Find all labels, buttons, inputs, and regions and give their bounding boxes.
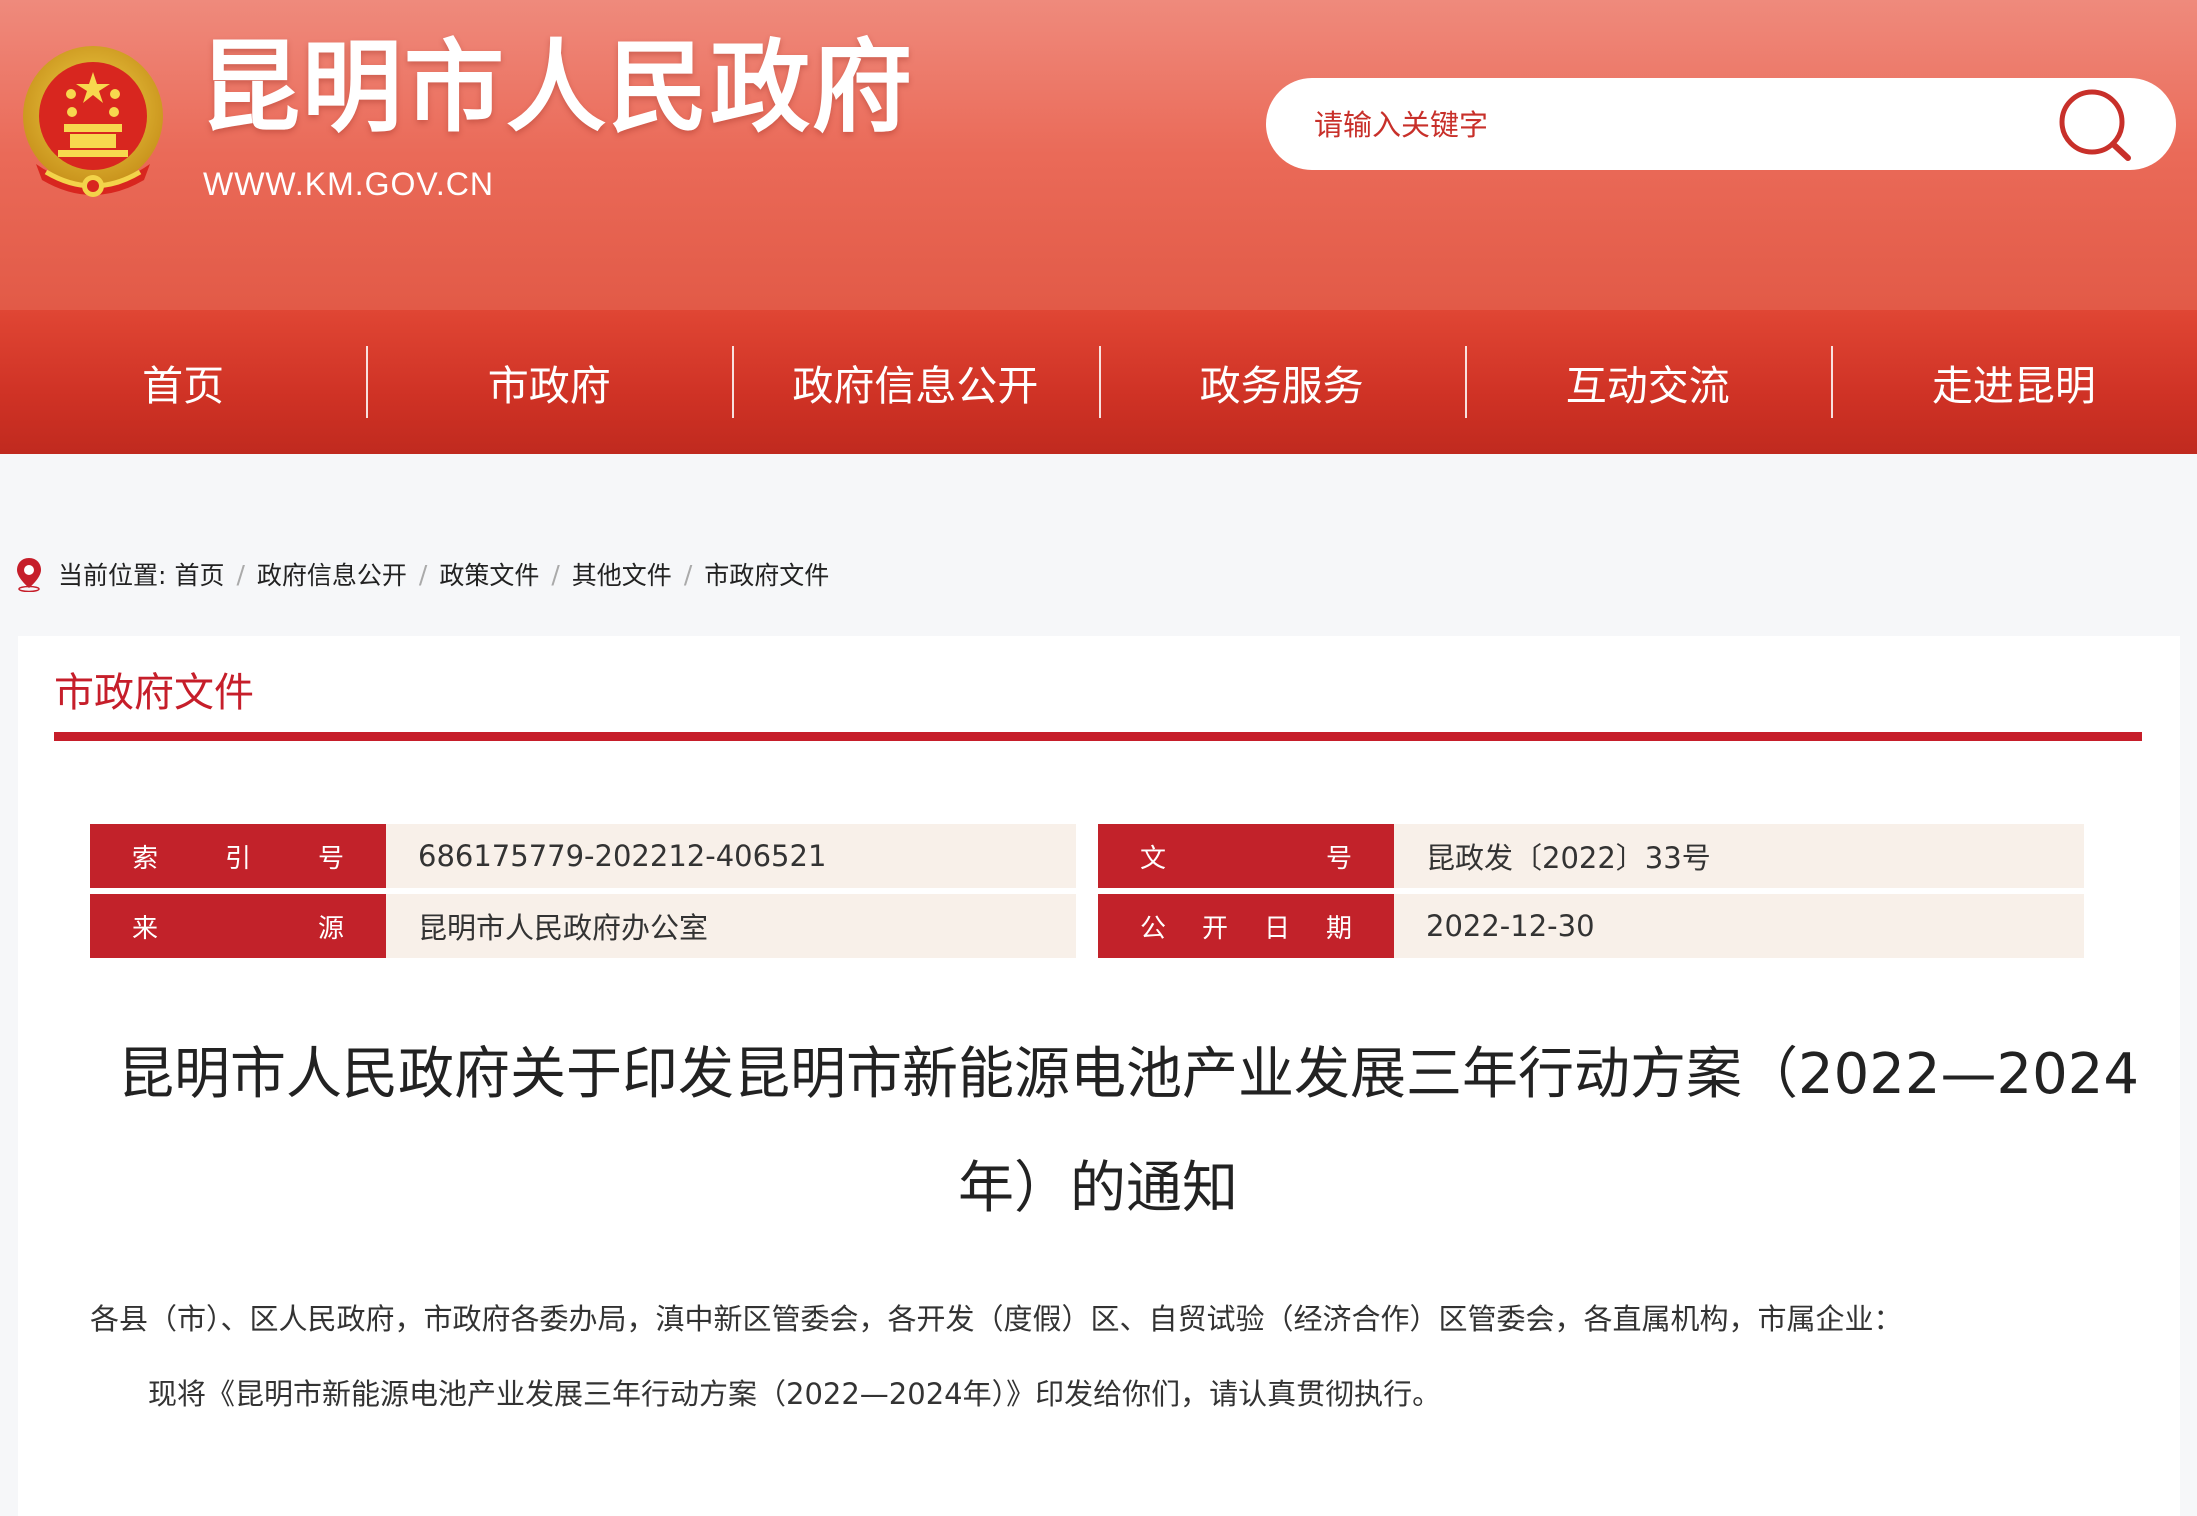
meta-label-source: 来源 xyxy=(90,894,386,958)
breadcrumb-separator: / xyxy=(551,559,560,589)
nav-item-home[interactable]: 首页 xyxy=(0,310,366,454)
meta-label-char: 号 xyxy=(1325,843,1352,874)
search-icon[interactable] xyxy=(2042,84,2152,164)
breadcrumb-separator: / xyxy=(236,559,245,589)
document-title-line: 年）的通知 xyxy=(958,1156,1238,1221)
meta-label-char: 公 xyxy=(1140,913,1167,944)
section-divider xyxy=(54,732,2142,741)
site-title[interactable]: 昆明市人民政府 xyxy=(200,38,914,138)
meta-value-date: 2022-12-30 xyxy=(1394,894,2084,958)
meta-value-doc-no: 昆政发〔2022〕33号 xyxy=(1394,824,2084,888)
breadcrumb-label: 当前位置: xyxy=(58,561,167,590)
document-title-line: 昆明市人民政府关于印发昆明市新能源电池产业发展三年行动方案（2022—2024 xyxy=(118,1042,2140,1107)
nav-item-about-kunming[interactable]: 走进昆明 xyxy=(1830,310,2197,454)
meta-label-char: 索 xyxy=(132,843,159,874)
breadcrumb-item-policy-docs[interactable]: 政策文件 xyxy=(439,556,539,592)
section-title: 市政府文件 xyxy=(54,670,254,716)
document-title: 昆明市人民政府关于印发昆明市新能源电池产业发展三年行动方案（2022—2024 … xyxy=(118,1018,2140,1246)
document-paragraph: 现将《昆明市新能源电池产业发展三年行动方案（2022—2024年）》印发给你们，… xyxy=(148,1377,1442,1411)
meta-label-doc-no: 文号 xyxy=(1098,824,1394,888)
breadcrumb-item-municipal-docs[interactable]: 市政府文件 xyxy=(704,556,829,592)
search-box xyxy=(1266,78,2176,172)
meta-label-char: 源 xyxy=(317,913,344,944)
breadcrumb-item-info-disclosure[interactable]: 政府信息公开 xyxy=(257,556,407,592)
breadcrumb-separator: / xyxy=(418,559,428,589)
content-panel: 市政府文件 索引号 686175779-202212-406521 文号 昆政发… xyxy=(18,636,2180,1516)
meta-label-char: 来 xyxy=(132,913,159,944)
breadcrumb-item-other-docs[interactable]: 其他文件 xyxy=(572,556,672,592)
site-header: 昆明市人民政府 WWW.KM.GOV.CN xyxy=(0,0,2197,310)
nav-item-government-services[interactable]: 政务服务 xyxy=(1098,310,1465,454)
meta-label-char: 文 xyxy=(1140,843,1167,874)
document-salutation: 各县（市）、区人民政府，市政府各委办局，滇中新区管委会，各开发（度假）区、自贸试… xyxy=(90,1302,1903,1336)
meta-label-date: 公开日期 xyxy=(1098,894,1394,958)
nav-item-municipal-government[interactable]: 市政府 xyxy=(366,310,732,454)
breadcrumb: 当前位置: 首页 / 政府信息公开 / 政策文件 / 其他文件 / 市政府文件 xyxy=(14,544,829,604)
meta-label-char: 日 xyxy=(1263,913,1290,944)
meta-value-index: 686175779-202212-406521 xyxy=(386,824,1076,888)
meta-row: 来源 昆明市人民政府办公室 公开日期 2022-12-30 xyxy=(90,894,2108,958)
meta-label-index: 索引号 xyxy=(90,824,386,888)
breadcrumb-separator: / xyxy=(683,559,693,589)
meta-label-char: 引 xyxy=(224,843,251,874)
site-url: WWW.KM.GOV.CN xyxy=(203,166,494,202)
search-input[interactable] xyxy=(1312,78,2036,172)
national-emblem-icon xyxy=(23,46,163,197)
nav-item-interaction[interactable]: 互动交流 xyxy=(1464,310,1831,454)
meta-value-source: 昆明市人民政府办公室 xyxy=(386,894,1076,958)
nav-item-info-disclosure[interactable]: 政府信息公开 xyxy=(732,310,1098,454)
main-nav: 首页 市政府 政府信息公开 政务服务 互动交流 走进昆明 xyxy=(0,310,2197,454)
meta-row: 索引号 686175779-202212-406521 文号 昆政发〔2022〕… xyxy=(90,824,2108,888)
meta-label-char: 开 xyxy=(1201,913,1228,944)
meta-label-char: 号 xyxy=(317,843,344,874)
location-pin-icon xyxy=(17,558,41,592)
meta-label-char: 期 xyxy=(1325,913,1352,944)
breadcrumb-item-home[interactable]: 首页 xyxy=(174,556,224,592)
